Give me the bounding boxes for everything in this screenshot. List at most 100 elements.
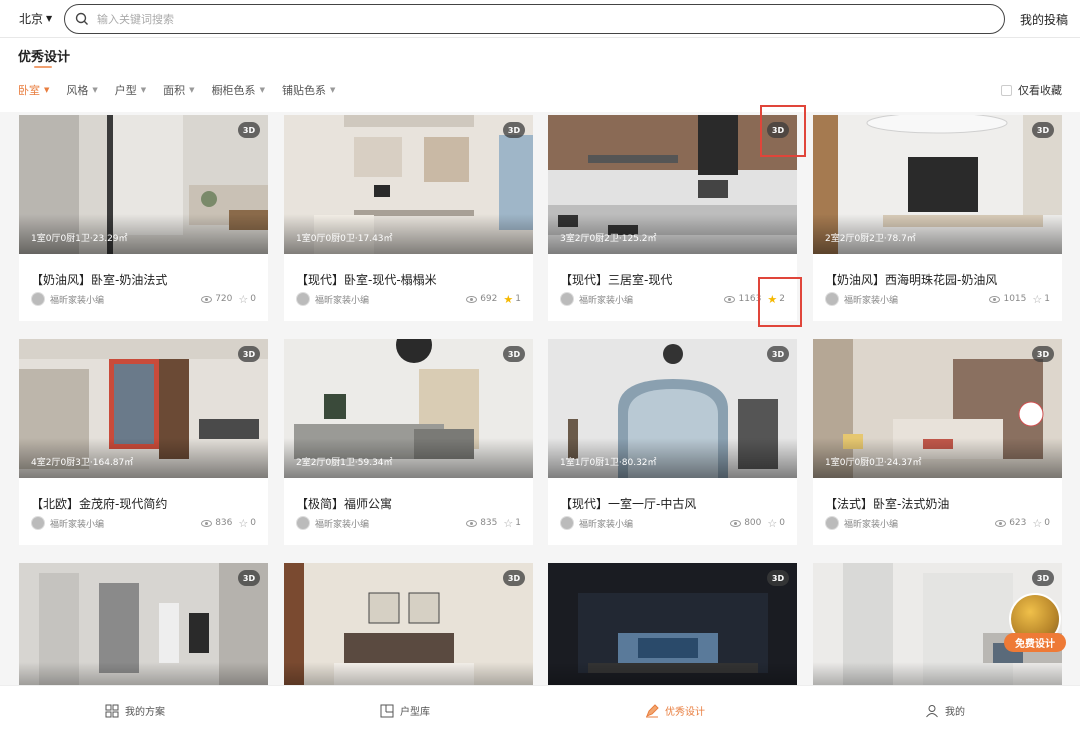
fav-count: 1 [1044, 294, 1050, 304]
eye-icon [201, 519, 213, 527]
my-post-link[interactable]: 我的投稿 [1020, 11, 1068, 28]
3d-badge: 3D [1032, 122, 1054, 138]
view-count: 835 [480, 518, 498, 528]
filter-4[interactable]: 橱柜色系 ▼ [212, 82, 265, 98]
design-card[interactable]: 3D 1室0厅0厨0卫·24.37㎡ 【法式】卧室-法式奶油 福昕家装小编 623 ☆ 0 [813, 339, 1062, 545]
card-meta: 福昕家装小编 692 ★ 1 [296, 292, 521, 306]
filter-1[interactable]: 风格 ▼ [66, 82, 97, 98]
author-name: 福昕家装小编 [579, 295, 634, 306]
room-specs: 2室2厅0厨2卫·78.7㎡ [825, 234, 916, 244]
room-specs: 2室2厅0厨1卫·59.34㎡ [296, 458, 393, 468]
top-bar: 北京 ▼ 我的投稿 [0, 0, 1080, 38]
title-underline [34, 66, 52, 68]
design-image[interactable]: 3D [548, 563, 797, 702]
fav-count: 0 [250, 518, 256, 528]
pen-icon [645, 703, 659, 718]
design-image[interactable]: 3D [284, 563, 533, 702]
design-title[interactable]: 【现代】一室一厅-中古风 [560, 495, 696, 512]
design-card[interactable]: 3D 2室2厅0厨1卫·59.34㎡ 【极简】福师公寓 福昕家装小编 835 ☆ 1 [284, 339, 533, 545]
filter-3[interactable]: 面积 ▼ [163, 82, 194, 98]
view-count: 836 [215, 518, 233, 528]
filter-0[interactable]: 卧室 ▼ [18, 82, 49, 98]
star-icon[interactable]: ☆ [1032, 518, 1042, 529]
room-render [284, 563, 533, 702]
design-image[interactable]: 3D 2室2厅0厨1卫·59.34㎡ [284, 339, 533, 478]
3d-badge: 3D [767, 570, 789, 586]
filter-label: 面积 [163, 84, 186, 97]
author-avatar [31, 516, 45, 530]
design-image[interactable]: 3D 1室1厅0厨1卫·80.32㎡ [548, 339, 797, 478]
author-name: 福昕家装小编 [50, 519, 105, 530]
design-card[interactable]: 3D 2室2厅0厨2卫·78.7㎡ 【奶油风】西海明珠花园-奶油风 福昕家装小编 101… [813, 115, 1062, 321]
free-design-button[interactable]: 免费设计 [1004, 591, 1066, 653]
author-name: 福昕家装小编 [50, 295, 105, 306]
design-title[interactable]: 【奶油风】卧室-奶油法式 [31, 271, 167, 288]
eye-icon [724, 295, 736, 303]
design-image[interactable]: 3D 4室2厅0厨3卫·164.87㎡ [19, 339, 268, 478]
fav-only-toggle[interactable]: 仅看收藏 [1001, 82, 1062, 98]
design-image[interactable]: 3D 1室0厅0厨0卫·17.43㎡ [284, 115, 533, 254]
design-title[interactable]: 【北欧】金茂府-现代简约 [31, 495, 167, 512]
star-icon[interactable]: ☆ [1032, 294, 1042, 305]
3d-badge: 3D [1032, 346, 1054, 362]
author-name: 福昕家装小编 [844, 519, 899, 530]
room-specs: 1室1厅0厨1卫·80.32㎡ [560, 458, 657, 468]
design-title[interactable]: 【现代】三居室-现代 [560, 271, 672, 288]
filter-label: 风格 [66, 84, 89, 97]
search-icon [75, 12, 88, 25]
caret-down-icon: ▼ [44, 86, 50, 94]
room-specs: 1室0厅0厨0卫·24.37㎡ [825, 458, 922, 468]
nav-label: 户型库 [400, 707, 430, 718]
room-specs: 1室0厅0厨1卫·23.29㎡ [31, 234, 128, 244]
3d-badge: 3D [238, 570, 260, 586]
design-image[interactable]: 3D [19, 563, 268, 702]
nav-item-2[interactable]: 优秀设计 [540, 686, 810, 735]
filter-bar: 卧室 ▼ 风格 ▼ 户型 ▼ 面积 ▼ 橱柜色系 ▼ 铺贴色系 ▼ [18, 82, 335, 98]
design-card[interactable]: 3D 1室1厅0厨1卫·80.32㎡ 【现代】一室一厅-中古风 福昕家装小编 800 ☆ 0 [548, 339, 797, 545]
author-avatar [825, 292, 839, 306]
filter-label: 户型 [114, 84, 137, 97]
design-title[interactable]: 【法式】卧室-法式奶油 [825, 495, 949, 512]
nav-item-1[interactable]: 户型库 [270, 686, 540, 735]
design-image[interactable]: 3D 1室0厅0厨0卫·24.37㎡ [813, 339, 1062, 478]
star-icon[interactable]: ☆ [238, 518, 248, 529]
nav-label: 我的方案 [125, 707, 165, 718]
view-count: 720 [215, 294, 233, 304]
checkbox[interactable] [1001, 84, 1012, 96]
caret-down-icon: ▼ [92, 86, 98, 94]
design-card[interactable]: 3D 1室0厅0厨0卫·17.43㎡【现代】卧室-现代-榻榻米福昕家装小编 692 ★… [284, 115, 533, 321]
design-title[interactable]: 【现代】卧室-现代-榻榻米 [296, 271, 437, 288]
fav-count: 0 [250, 294, 256, 304]
design-image[interactable]: 3D 2室2厅0厨2卫·78.7㎡ [813, 115, 1062, 254]
city-selector[interactable]: 北京 ▼ [19, 10, 52, 27]
design-card[interactable]: 3D 1室0厅0厨1卫·23.29㎡【奶油风】卧室-奶油法式福昕家装小编 720 ☆ 0 [19, 115, 268, 321]
search-input[interactable] [97, 12, 977, 26]
nav-item-0[interactable]: 我的方案 [0, 686, 270, 735]
author-avatar [825, 516, 839, 530]
eye-icon [466, 295, 478, 303]
room-render [19, 563, 268, 702]
author-avatar [31, 292, 45, 306]
view-count: 623 [1009, 518, 1027, 528]
star-icon[interactable]: ☆ [503, 518, 513, 529]
filter-2[interactable]: 户型 ▼ [115, 82, 146, 98]
design-image[interactable]: 3D 1室0厅0厨1卫·23.29㎡ [19, 115, 268, 254]
3d-badge: 3D [1032, 570, 1054, 586]
filter-label: 铺贴色系 [281, 84, 326, 97]
nav-item-3[interactable]: 我的 [810, 686, 1080, 735]
search-box[interactable] [64, 4, 1005, 34]
floorplan-icon [380, 704, 394, 718]
nav-label: 优秀设计 [665, 707, 705, 718]
star-icon[interactable]: ★ [503, 294, 513, 305]
star-icon[interactable]: ☆ [767, 518, 777, 529]
star-icon[interactable]: ☆ [238, 294, 248, 305]
author-avatar [296, 516, 310, 530]
fav-only-label: 仅看收藏 [1018, 84, 1062, 97]
design-title[interactable]: 【奶油风】西海明珠花园-奶油风 [825, 271, 997, 288]
design-card[interactable]: 3D 4室2厅0厨3卫·164.87㎡【北欧】金茂府-现代简约福昕家装小编 836 ☆… [19, 339, 268, 545]
card-meta: 福昕家装小编 835 ☆ 1 [296, 516, 521, 530]
filter-5[interactable]: 铺贴色系 ▼ [282, 82, 335, 98]
eye-icon [989, 295, 1001, 303]
design-title[interactable]: 【极简】福师公寓 [296, 495, 392, 512]
room-specs: 4室2厅0厨3卫·164.87㎡ [31, 458, 134, 468]
